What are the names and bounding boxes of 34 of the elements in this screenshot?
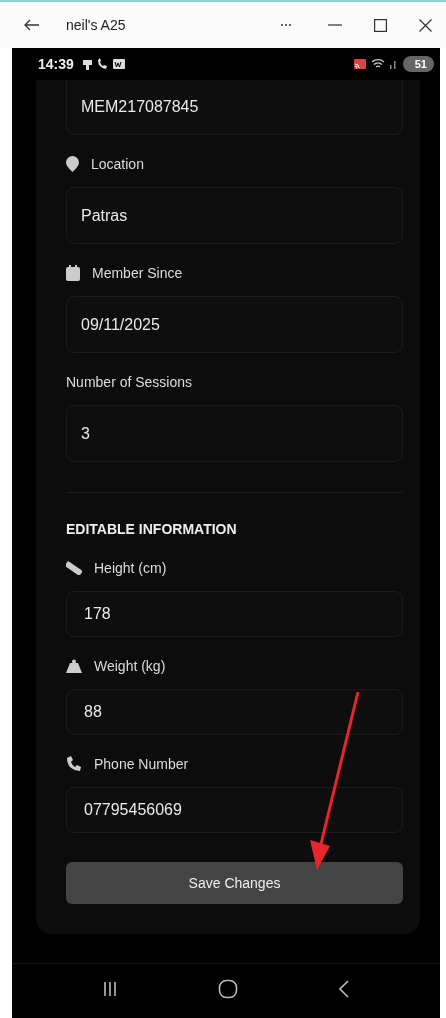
window-title: neil's A25	[66, 17, 126, 33]
field-label: Weight (kg)	[94, 658, 166, 674]
input-field[interactable]: 07795456069	[66, 787, 403, 833]
location-pin-icon	[66, 156, 79, 172]
field-label: Phone Number	[94, 756, 189, 772]
status-time: 14:39	[38, 56, 74, 72]
readonly-field: Patras	[66, 187, 403, 244]
more-icon[interactable]	[280, 23, 292, 27]
weight-icon	[66, 659, 82, 673]
cast-icon	[352, 58, 367, 70]
ruler-icon	[66, 561, 82, 575]
field-label: Number of Sessions	[66, 374, 193, 390]
signal-icon	[388, 58, 397, 70]
maximize-icon[interactable]	[374, 18, 387, 32]
field-label: Height (cm)	[94, 560, 167, 576]
save-button[interactable]: Save Changes	[66, 862, 403, 904]
notification-icons	[81, 58, 126, 70]
input-field[interactable]: 178	[66, 591, 403, 637]
field-label: Location	[91, 156, 144, 172]
recent-apps-icon[interactable]	[102, 981, 117, 997]
home-icon[interactable]	[218, 979, 238, 999]
calendar-icon	[66, 265, 80, 281]
input-field[interactable]: 88	[66, 689, 403, 735]
readonly-field: 3	[66, 405, 403, 462]
back-icon[interactable]	[24, 19, 40, 31]
wifi-icon	[370, 58, 385, 70]
close-icon[interactable]	[419, 18, 432, 32]
back-nav-icon[interactable]	[339, 980, 350, 998]
readonly-field: MEM217087845	[66, 80, 403, 135]
field-label: Member Since	[92, 265, 183, 281]
section-heading: EDITABLE INFORMATION	[66, 520, 238, 539]
readonly-field: 09/11/2025	[66, 296, 403, 353]
phone-icon	[66, 756, 82, 772]
battery-indicator: 51	[402, 56, 434, 72]
